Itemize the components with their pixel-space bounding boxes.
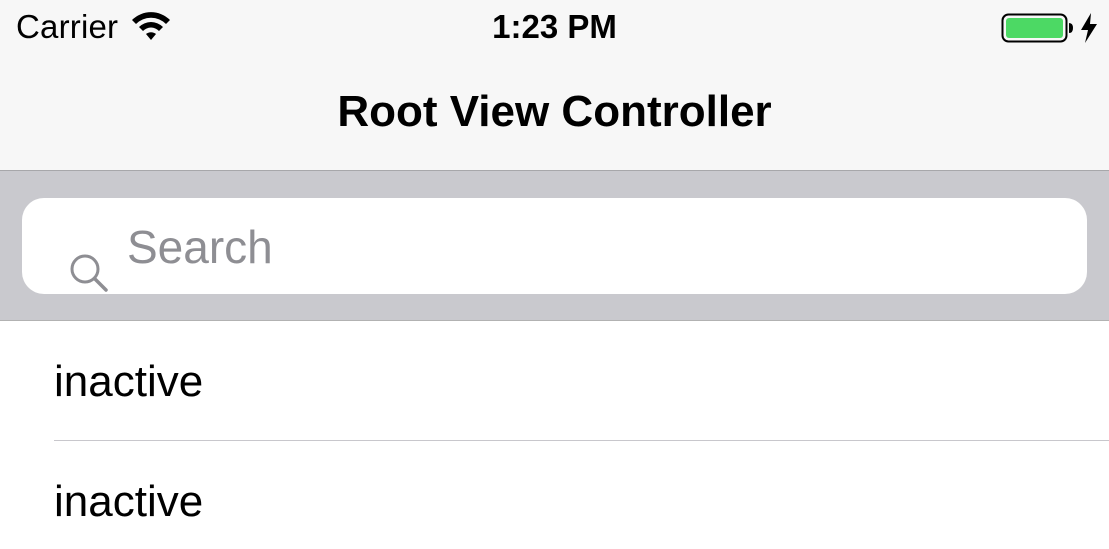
table-view: inactive inactive (0, 321, 1109, 549)
top-chrome: Carrier 1:23 PM Root View Controller (0, 0, 1109, 171)
search-bar: Search (0, 171, 1109, 321)
row-label: inactive (54, 357, 204, 406)
charging-bolt-icon (1081, 13, 1097, 43)
search-icon (70, 254, 108, 292)
table-row[interactable]: inactive (0, 441, 1109, 549)
battery-icon (1001, 13, 1073, 43)
table-row[interactable]: inactive (0, 321, 1109, 441)
status-bar: Carrier 1:23 PM (0, 0, 1109, 56)
app-screen: Carrier 1:23 PM Root View Controller Sea… (0, 0, 1109, 549)
search-placeholder: Search (127, 221, 273, 273)
search-field[interactable]: Search (22, 198, 1087, 294)
status-time: 1:23 PM (492, 8, 617, 45)
nav-title: Root View Controller (337, 87, 772, 136)
row-label: inactive (54, 477, 204, 526)
